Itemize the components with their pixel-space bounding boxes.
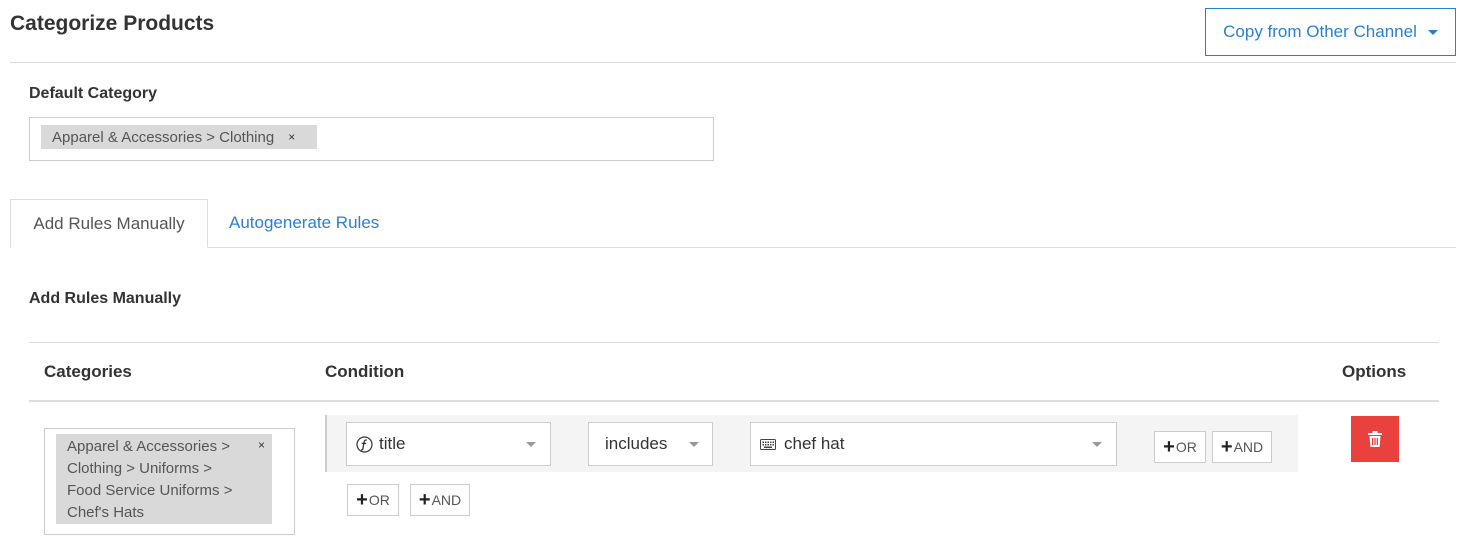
remove-tag-icon[interactable]: ×	[288, 130, 295, 144]
add-and-group-label: AND	[431, 492, 462, 508]
column-header-categories: Categories	[44, 362, 132, 381]
default-category-input[interactable]: Apparel & Accessories > Clothing ×	[29, 117, 714, 161]
tab-autogenerate-rules[interactable]: Autogenerate Rules	[229, 213, 379, 233]
trash-icon	[1368, 431, 1382, 447]
row-category-tag: Apparel & Accessories > Clothing > Unifo…	[56, 434, 272, 524]
default-category-tag: Apparel & Accessories > Clothing ×	[41, 125, 317, 149]
category-path-line: Clothing > Uniforms >	[67, 460, 213, 477]
add-or-condition-button[interactable]: + OR	[1154, 431, 1206, 463]
section-title: Add Rules Manually	[29, 290, 182, 307]
plus-icon: +	[1163, 436, 1175, 458]
keyboard-icon	[760, 438, 776, 450]
header-divider	[10, 62, 1456, 63]
add-and-group-button[interactable]: + AND	[410, 484, 470, 516]
column-header-options: Options	[1342, 362, 1407, 381]
copy-from-other-channel-button[interactable]: Copy from Other Channel	[1205, 8, 1456, 56]
remove-tag-icon[interactable]: ×	[258, 438, 265, 452]
condition-operator-select[interactable]: includes	[588, 422, 713, 466]
page-title: Categorize Products	[10, 12, 215, 35]
tabs-divider	[208, 247, 1456, 248]
table-header-border	[29, 400, 1439, 402]
caret-down-icon	[1427, 29, 1438, 35]
chevron-down-icon	[689, 442, 699, 447]
table-top-border	[29, 342, 1439, 343]
add-and-condition-button[interactable]: + AND	[1212, 431, 1272, 463]
add-or-label: OR	[1175, 439, 1197, 455]
add-or-group-button[interactable]: + OR	[347, 484, 399, 516]
function-icon	[356, 435, 373, 453]
plus-icon: +	[418, 489, 431, 511]
tab-add-rules-manually[interactable]: Add Rules Manually	[10, 199, 208, 248]
add-or-group-label: OR	[368, 492, 390, 508]
condition-field-select[interactable]: title	[346, 422, 551, 466]
condition-field-value: title	[379, 434, 406, 453]
add-and-label: AND	[1233, 439, 1264, 455]
copy-button-label: Copy from Other Channel	[1223, 22, 1417, 41]
plus-icon: +	[1220, 436, 1233, 458]
category-path-line: Food Service Uniforms >	[67, 482, 233, 499]
plus-icon: +	[356, 489, 368, 511]
default-category-label: Default Category	[29, 85, 158, 102]
chevron-down-icon	[1092, 442, 1102, 447]
delete-rule-button[interactable]	[1351, 416, 1399, 462]
category-path-line: Apparel & Accessories >	[67, 438, 231, 455]
chevron-down-icon	[526, 442, 536, 447]
column-header-condition: Condition	[325, 362, 405, 381]
category-path-line: Chef's Hats	[67, 504, 145, 521]
default-category-tag-label: Apparel & Accessories > Clothing	[52, 128, 275, 146]
condition-value-text: chef hat	[784, 434, 845, 453]
condition-operator-value: includes	[605, 434, 668, 453]
condition-value-input[interactable]: chef hat	[750, 422, 1117, 466]
